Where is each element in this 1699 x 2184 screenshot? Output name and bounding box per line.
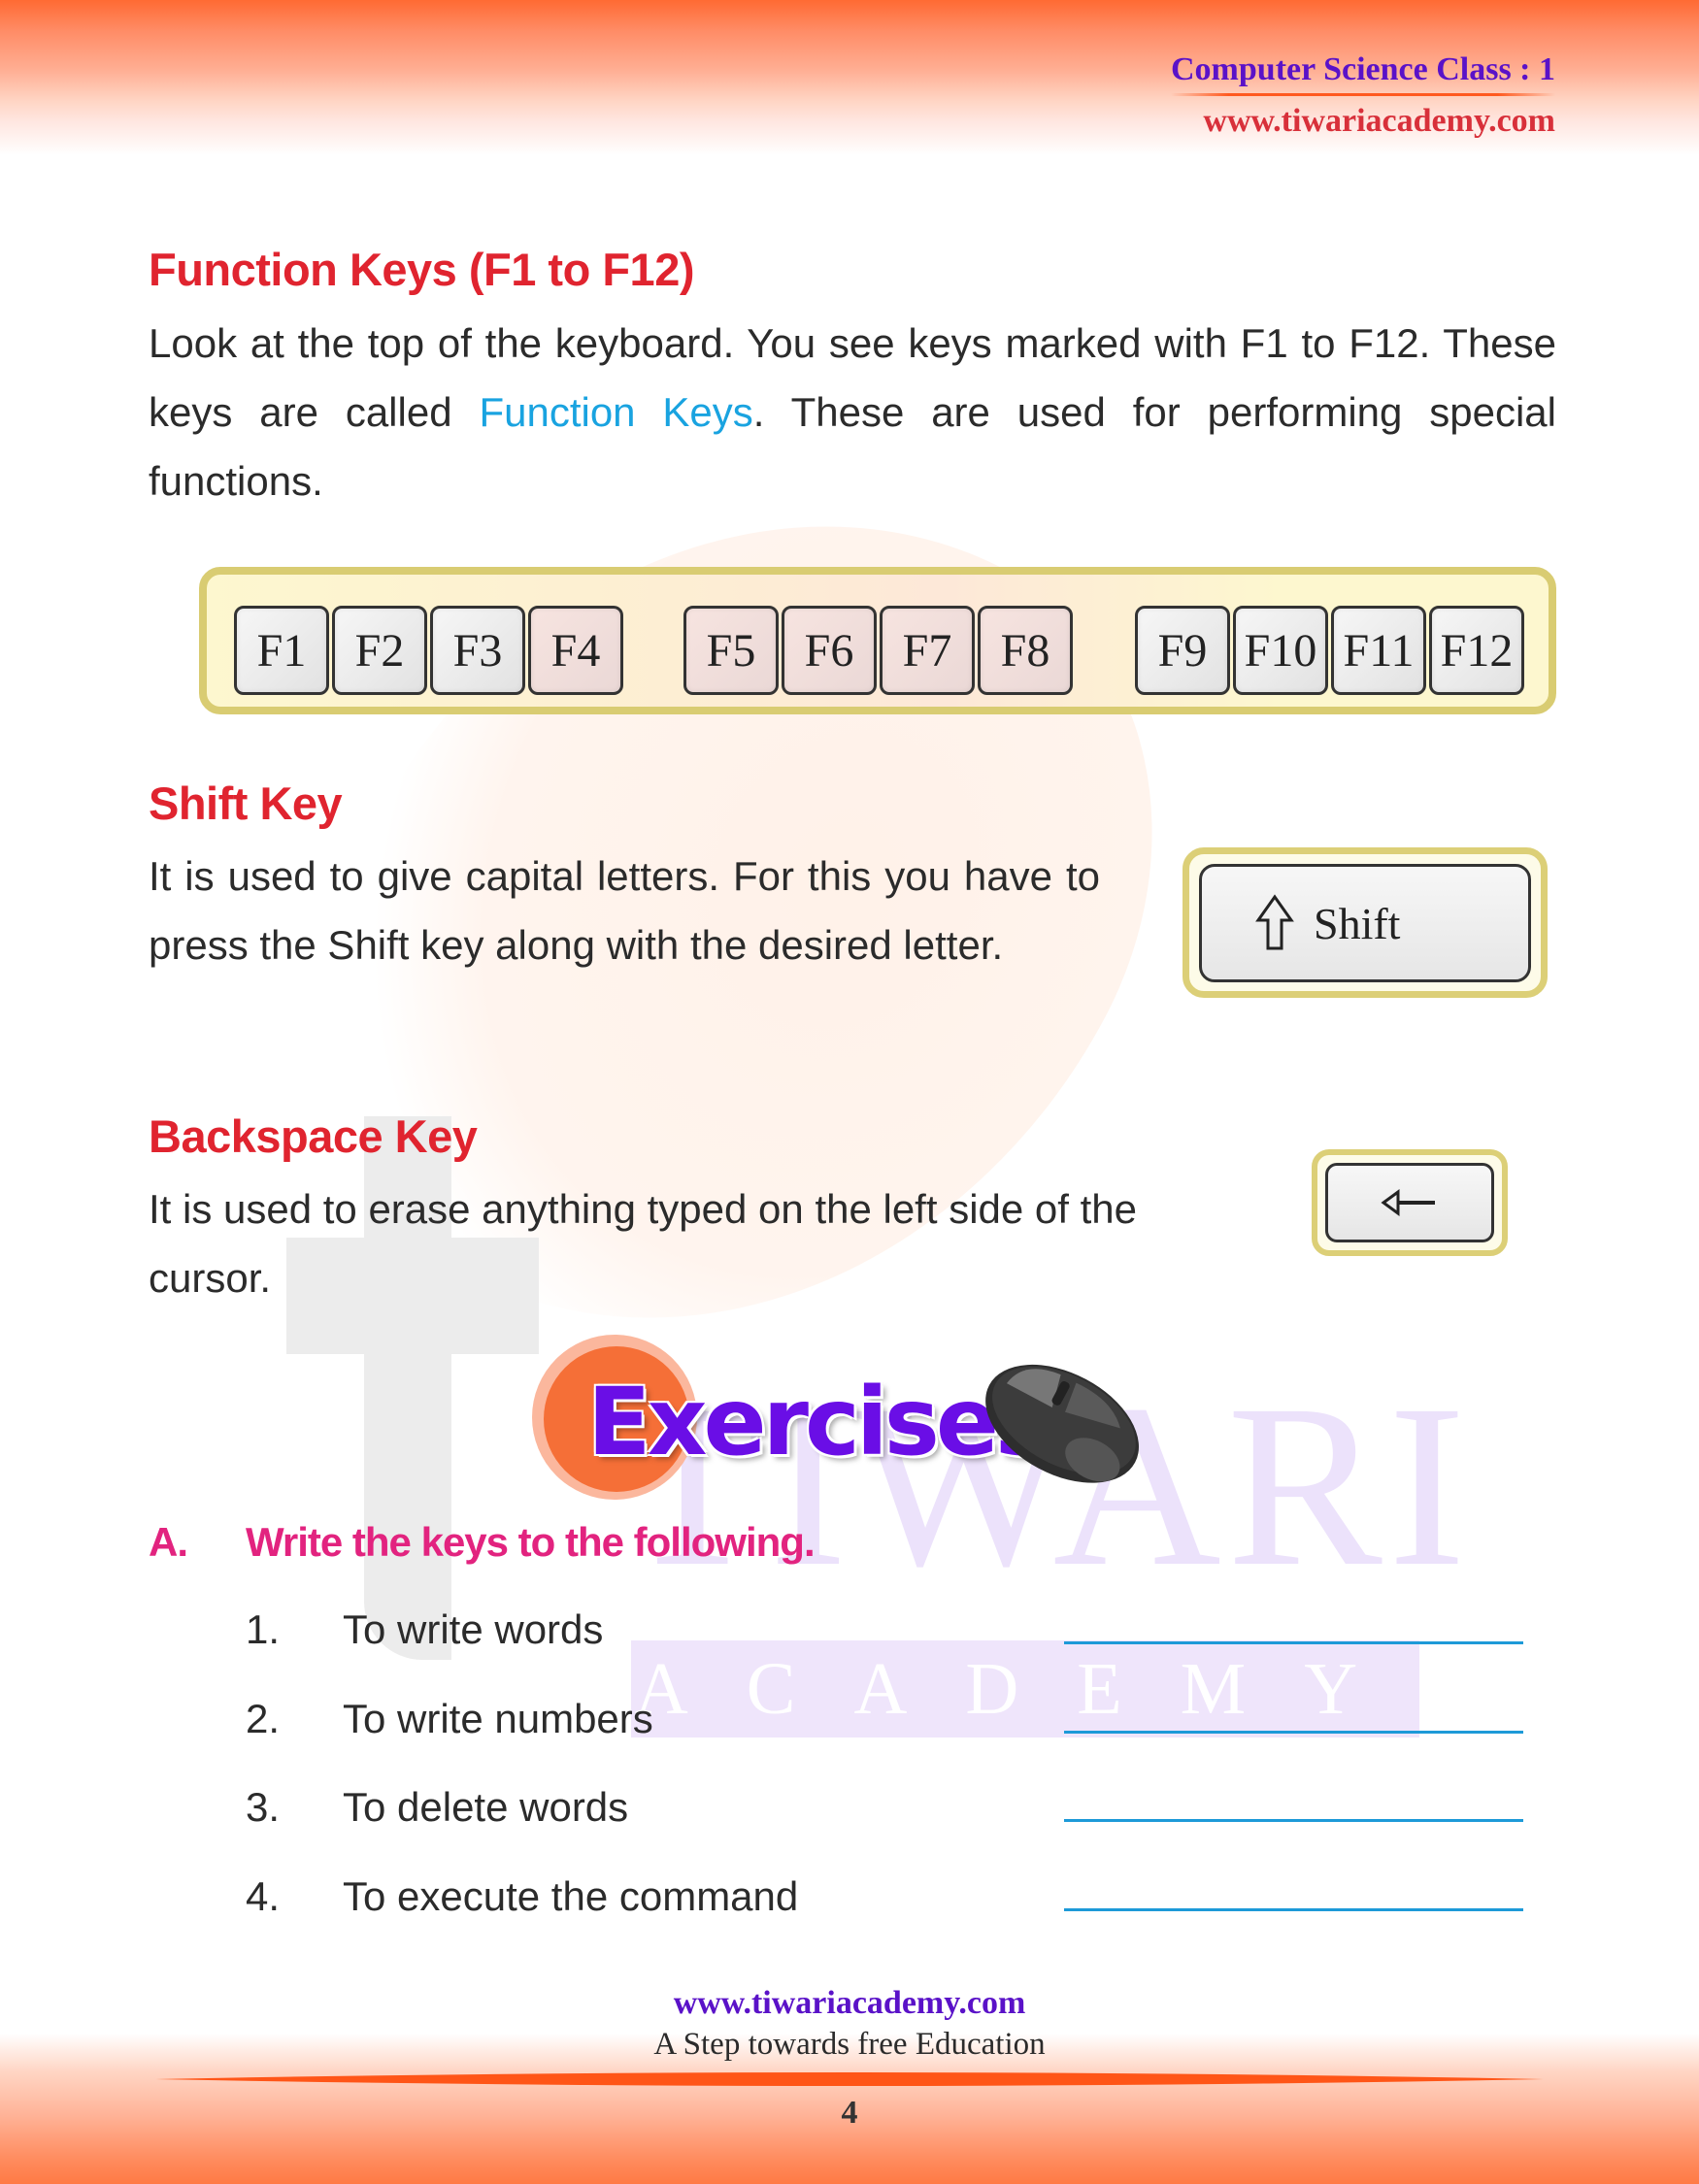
answer-blank-line[interactable]: [1064, 1908, 1523, 1911]
shift-key-heading: Shift Key: [149, 778, 343, 829]
question-item: 1. To write words: [246, 1606, 1527, 1665]
function-key-group-2: F5 F6 F7 F8: [683, 606, 1073, 695]
computer-mouse-icon: [985, 1364, 1139, 1483]
backspace-key-heading: Backspace Key: [149, 1110, 478, 1162]
footer-url-link[interactable]: www.tiwariacademy.com: [0, 1985, 1699, 2022]
key-f6: F6: [782, 606, 877, 695]
question-item: 3. To delete words: [246, 1784, 1527, 1842]
function-keys-highlight: Function Keys: [479, 389, 753, 435]
shift-key: Shift: [1199, 864, 1531, 982]
header-url-link[interactable]: www.tiwariacademy.com: [1171, 102, 1555, 141]
backspace-key-illustration: [1312, 1149, 1508, 1256]
section-letter: A.: [149, 1519, 188, 1565]
question-text: To execute the command: [343, 1873, 799, 1919]
question-text: To write words: [343, 1606, 604, 1652]
question-number: 1.: [246, 1606, 281, 1652]
question-text: To delete words: [343, 1784, 629, 1830]
answer-blank-line[interactable]: [1064, 1641, 1523, 1644]
footer-tagline: A Step towards free Education: [653, 2027, 1046, 2062]
key-f3: F3: [430, 606, 525, 695]
function-keys-strip: F1 F2 F3 F4 F5 F6 F7 F8 F9 F10 F11 F12: [199, 567, 1556, 714]
page-header: Computer Science Class : 1 www.tiwariaca…: [1171, 49, 1555, 141]
left-arrow-icon: [1381, 1189, 1435, 1216]
header-divider: [1171, 93, 1555, 96]
shift-key-illustration: Shift: [1183, 847, 1548, 998]
key-f4: F4: [528, 606, 623, 695]
key-f10: F10: [1233, 606, 1328, 695]
up-arrow-outline-icon: [1255, 894, 1294, 950]
shift-key-label: Shift: [1314, 898, 1401, 948]
key-f7: F7: [880, 606, 975, 695]
shift-key-paragraph: It is used to give capital letters. For …: [149, 853, 1100, 968]
question-item: 4. To execute the command: [246, 1873, 1527, 1932]
answer-blank-line[interactable]: [1064, 1731, 1523, 1734]
question-number: 3.: [246, 1784, 281, 1830]
key-f1: F1: [234, 606, 329, 695]
backspace-key-paragraph: It is used to erase anything typed on th…: [149, 1186, 1137, 1301]
function-key-group-3: F9 F10 F11 F12: [1135, 606, 1524, 695]
key-f12: F12: [1429, 606, 1524, 695]
question-text: To write numbers: [343, 1696, 653, 1741]
footer-divider: [155, 2072, 1544, 2086]
key-f9: F9: [1135, 606, 1230, 695]
key-f8: F8: [978, 606, 1073, 695]
function-keys-paragraph: Look at the top of the keyboard. You see…: [149, 309, 1556, 515]
answer-blank-line[interactable]: [1064, 1819, 1523, 1822]
question-item: 2. To write numbers: [246, 1696, 1527, 1754]
page-number: 4: [841, 2095, 858, 2131]
function-keys-heading: Function Keys (F1 to F12): [149, 244, 695, 295]
section-title: Write the keys to the following.: [246, 1519, 816, 1565]
function-key-group-1: F1 F2 F3 F4: [234, 606, 623, 695]
header-title: Computer Science Class : 1: [1171, 51, 1555, 87]
backspace-key: [1325, 1163, 1494, 1242]
question-number: 2.: [246, 1696, 281, 1741]
key-f11: F11: [1331, 606, 1426, 695]
key-f2: F2: [332, 606, 427, 695]
key-f5: F5: [683, 606, 779, 695]
question-number: 4.: [246, 1873, 281, 1919]
